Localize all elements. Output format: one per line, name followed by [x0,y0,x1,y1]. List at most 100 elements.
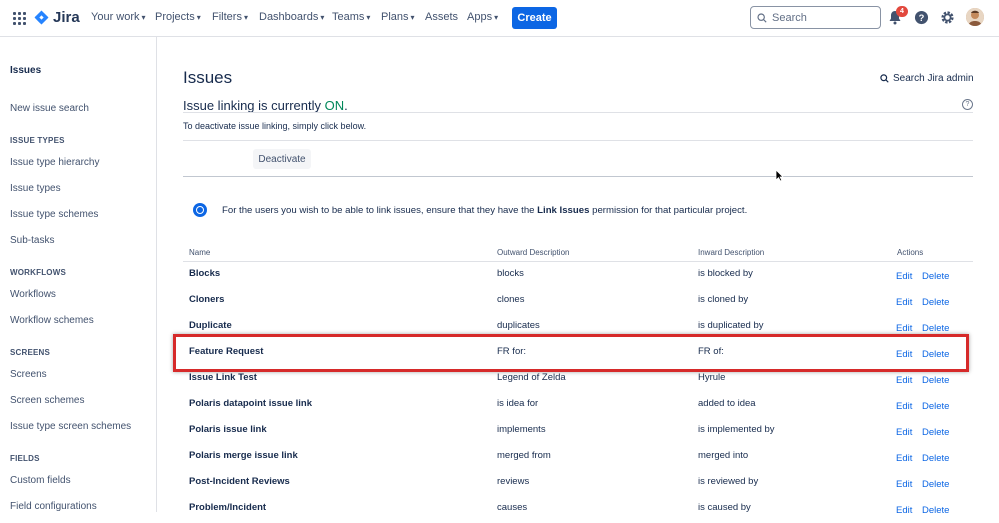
sidebar-item-custom-fields[interactable]: Custom fields [10,475,71,486]
edit-link[interactable]: Edit [896,505,912,516]
sidebar-item-issue-type-screen-schemes[interactable]: Issue type screen schemes [10,421,131,432]
outward-description: is idea for [497,398,539,409]
edit-link[interactable]: Edit [896,401,912,412]
app-switcher-icon[interactable] [13,12,26,25]
outward-description: blocks [497,268,524,279]
link-type-name: Polaris merge issue link [189,450,298,461]
table-row: Post-Incident Reviews reviews is reviewed … [183,471,973,497]
link-type-name: Cloners [189,294,225,305]
inward-description: Hyrule [698,372,726,383]
chevron-down-icon: ▾ [494,13,499,22]
divider [183,140,973,141]
chevron-down-icon: ▾ [141,13,146,22]
help-icon[interactable]: ? [914,10,929,25]
sidebar-heading-fields: FIELDS [10,454,40,463]
help-question-icon[interactable]: ? [962,99,973,110]
admin-sidebar: Issues New issue search ISSUE TYPES Issu… [0,37,157,512]
chevron-down-icon: ▾ [196,13,201,22]
table-row: Polaris issue link implements is implement… [183,419,973,445]
edit-link[interactable]: Edit [896,375,912,386]
outward-description: FR for: [497,346,527,357]
edit-link[interactable]: Edit [896,297,912,308]
table-row: Blocks blocks is blocked by Edit Delete [183,263,973,289]
nav-apps[interactable]: Apps ▾ [467,11,498,23]
delete-link[interactable]: Delete [922,349,949,360]
settings-gear-icon[interactable] [940,10,955,25]
edit-link[interactable]: Edit [896,479,912,490]
outward-description: reviews [497,476,530,487]
sidebar-item-workflow-schemes[interactable]: Workflow schemes [10,315,94,326]
link-type-name: Polaris issue link [189,424,267,435]
user-avatar[interactable] [966,8,984,26]
edit-link[interactable]: Edit [896,271,912,282]
column-header-name: Name [189,248,211,257]
sidebar-item-sub-tasks[interactable]: Sub-tasks [10,235,54,246]
nav-plans[interactable]: Plans ▾ [381,11,415,23]
nav-your-work[interactable]: Your work ▾ [91,11,146,23]
sidebar-item-field-configurations[interactable]: Field configurations [10,501,97,512]
edit-link[interactable]: Edit [896,349,912,360]
nav-assets[interactable]: Assets [425,11,458,23]
outward-description: Legend of Zelda [497,372,566,383]
info-icon [193,203,207,217]
table-row: Duplicate duplicates is duplicated by Edit D… [183,315,973,341]
table-row: Cloners clones is cloned by Edit Delete [183,289,973,315]
sidebar-title: Issues [10,65,42,76]
sidebar-item-issue-type-hierarchy[interactable]: Issue type hierarchy [10,157,100,168]
sidebar-item-issue-types[interactable]: Issue types [10,183,61,194]
jira-logo-icon [34,10,49,25]
edit-link[interactable]: Edit [896,323,912,334]
table-row: Feature Request FR for: FR of: Edit Delete [183,341,973,367]
sidebar-item-workflows[interactable]: Workflows [10,289,56,300]
nav-projects[interactable]: Projects ▾ [155,11,201,23]
inward-description: is duplicated by [698,320,764,331]
jira-logo[interactable]: Jira [34,9,80,26]
notification-badge: 4 [896,6,908,17]
edit-link[interactable]: Edit [896,427,912,438]
delete-link[interactable]: Delete [922,271,949,282]
table-row: Polaris datapoint issue link is idea for a… [183,393,973,419]
nav-filters[interactable]: Filters ▾ [212,11,248,23]
inward-description: is implemented by [698,424,775,435]
nav-teams[interactable]: Teams ▾ [332,11,370,23]
linking-state: ON [324,98,345,113]
sidebar-item-new-issue-search[interactable]: New issue search [10,103,89,114]
outward-description: implements [497,424,546,435]
link-types-table-header: Name Outward Description Inward Descript… [183,248,973,262]
search-jira-admin-link[interactable]: Search Jira admin [880,73,974,84]
delete-link[interactable]: Delete [922,375,949,386]
mouse-cursor-icon [775,169,784,182]
deactivate-instructions: To deactivate issue linking, simply clic… [183,121,367,131]
delete-link[interactable]: Delete [922,401,949,412]
link-type-name: Post-Incident Reviews [189,476,290,487]
table-row: Polaris merge issue link merged from merge… [183,445,973,471]
search-placeholder: Search [772,11,807,24]
link-type-name: Duplicate [189,320,232,331]
link-type-name: Problem/Incident [189,502,267,513]
sidebar-heading-workflows: WORKFLOWS [10,268,67,277]
column-header-actions: Actions [897,248,924,257]
column-header-outward: Outward Description [497,248,570,257]
delete-link[interactable]: Delete [922,297,949,308]
search-jira-admin-label: Search Jira admin [893,73,974,84]
delete-link[interactable]: Delete [922,505,949,516]
delete-link[interactable]: Delete [922,479,949,490]
nav-dashboards[interactable]: Dashboards ▾ [259,11,324,23]
delete-link[interactable]: Delete [922,323,949,334]
top-navigation: Jira Your work ▾ Projects ▾ Filters ▾ Dashb… [0,0,999,37]
divider [183,112,973,113]
sidebar-item-issue-type-schemes[interactable]: Issue type schemes [10,209,98,220]
link-type-name: Issue Link Test [189,372,257,383]
chevron-down-icon: ▾ [243,13,248,22]
edit-link[interactable]: Edit [896,453,912,464]
search-input[interactable]: Search [750,6,881,29]
deactivate-button[interactable]: Deactivate [253,149,311,169]
inward-description: FR of: [698,346,724,357]
avatar-image-icon [966,8,984,26]
sidebar-heading-screens: SCREENS [10,348,51,357]
sidebar-item-screen-schemes[interactable]: Screen schemes [10,395,84,406]
delete-link[interactable]: Delete [922,453,949,464]
delete-link[interactable]: Delete [922,427,949,438]
sidebar-item-screens[interactable]: Screens [10,369,47,380]
create-button[interactable]: Create [512,7,557,29]
